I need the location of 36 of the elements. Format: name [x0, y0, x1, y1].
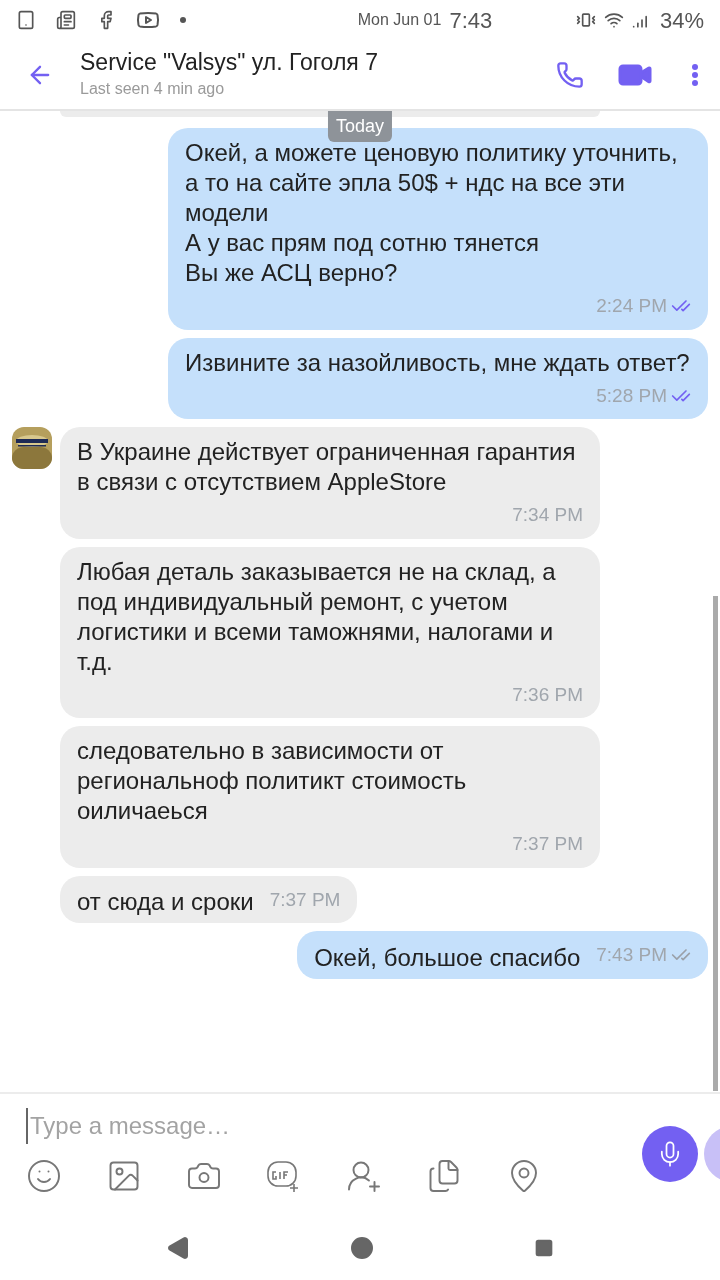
message-text: Окей, большое спасибо: [314, 942, 581, 973]
message-text: Любая деталь заказывается не на склад, а под индивидуальный ремонт, с учетом логистики и всеми таможнями, налогами и т.д.: [77, 556, 557, 677]
message-bubble[interactable]: Окей, большое спасибо 7:43 PM: [297, 931, 708, 979]
voice-message-button[interactable]: [642, 1126, 698, 1182]
message-input[interactable]: Type a message…: [26, 1108, 586, 1144]
wifi-icon: [603, 10, 624, 30]
message-time: 7:37 PM: [512, 832, 583, 856]
message-time: 2:24 PM: [596, 294, 667, 318]
home-nav-icon[interactable]: [350, 1235, 374, 1260]
status-time: 7:43: [449, 10, 493, 32]
battery-level: 34%: [659, 6, 704, 35]
vibrate-icon: [575, 10, 596, 30]
message-time: 5:28 PM: [596, 383, 667, 408]
date-badge: Today: [328, 111, 392, 142]
back-nav-icon[interactable]: [166, 1235, 190, 1260]
last-seen-status: Last seen 4 min ago: [80, 78, 226, 99]
news-icon: [56, 10, 76, 30]
message-bubble[interactable]: В Украине действует ограниченная гарантия в связи с отсутствием AppleStore 7:34 PM: [60, 427, 600, 539]
chat-title: Service "Valsys" ул. Гоголя 7: [80, 48, 379, 77]
message-time: 7:43 PM: [596, 943, 667, 967]
message-bubble[interactable]: от сюда и сроки 7:37 PM: [60, 875, 358, 923]
message-text: В Украине действует ограниченная гарантия в связи с отсутствием AppleStore: [77, 437, 577, 497]
message-text: от сюда и сроки: [77, 887, 254, 917]
sticker-icon[interactable]: [26, 1158, 62, 1194]
message-text: Извините за назойливость, мне ждать ответ?: [185, 347, 691, 378]
message-bubble[interactable]: Извините за назойливость, мне ждать ответ? 5:28 PM: [168, 337, 708, 419]
message-bubble[interactable]: следовательно в зависимости от региональноф политикт стоимость оиличаеься 7:37 PM: [60, 726, 600, 868]
status-date: Mon Jun 01: [357, 10, 442, 30]
message-time: 7:37 PM: [269, 887, 341, 912]
message-text: следовательно в зависимости от региональноф политикт стоимость оиличаеься: [77, 736, 468, 826]
message-bubble[interactable]: Любая деталь заказывается не на склад, а под индивидуальный ремонт, с учетом логистики и всеми таможнями, налогами и т.д. 7:36 PM: [60, 546, 600, 718]
more-options-icon: [692, 63, 698, 86]
recents-nav-icon[interactable]: [534, 1237, 554, 1258]
message-time: 7:34 PM: [512, 503, 583, 527]
phone-icon: [556, 60, 584, 89]
message-time: 7:36 PM: [512, 682, 583, 707]
